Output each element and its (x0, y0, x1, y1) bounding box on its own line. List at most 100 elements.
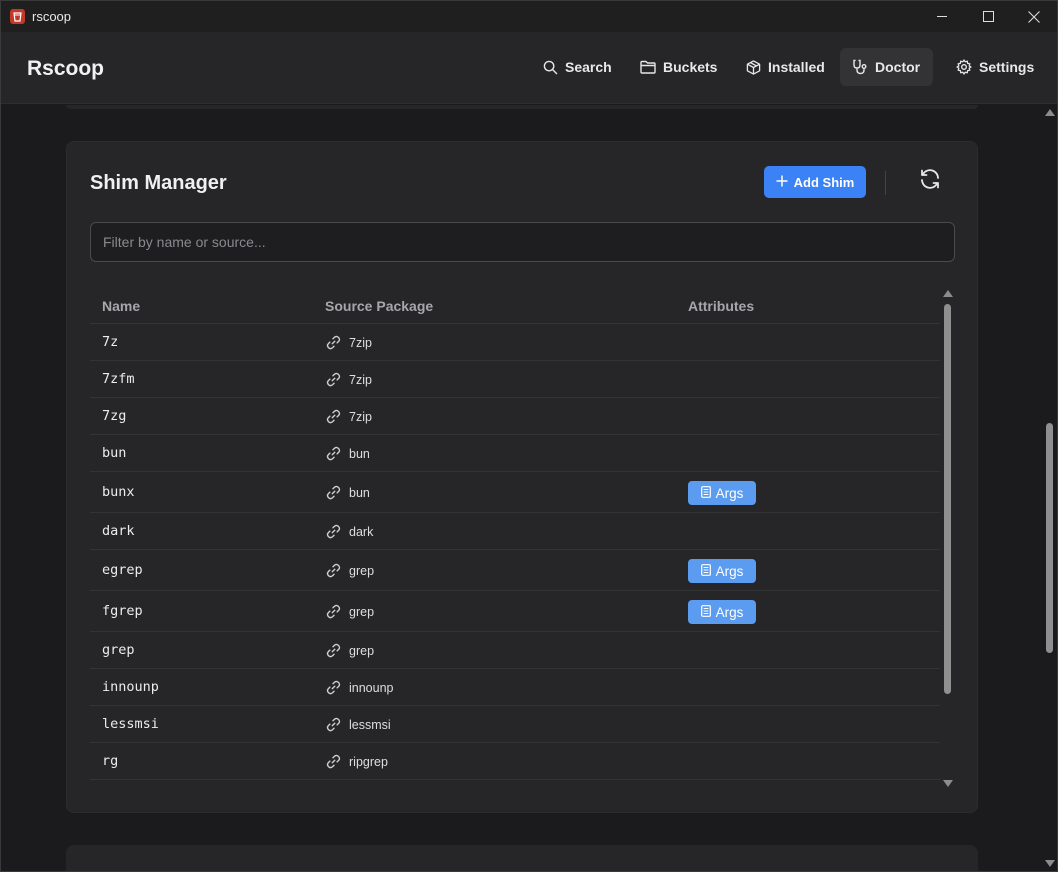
source-package-name: ripgrep (349, 754, 388, 769)
title-bar[interactable]: rscoop (1, 1, 1057, 32)
app-header: Rscoop Search Buckets Installed Doctor S… (1, 32, 1057, 104)
column-attributes-header[interactable]: Attributes (688, 298, 754, 314)
shim-name: egrep (102, 562, 143, 578)
nav-doctor-label: Doctor (875, 59, 921, 75)
source-package-name: 7zip (349, 409, 372, 424)
filter-input[interactable] (90, 222, 955, 262)
table-row[interactable]: 7zfm 7zip (90, 361, 940, 398)
table-row[interactable]: dark dark (90, 513, 940, 550)
search-icon (543, 60, 558, 75)
source-package-link[interactable]: dark (325, 523, 373, 540)
document-icon (700, 485, 711, 501)
table-row[interactable]: innounp innounp (90, 669, 940, 706)
shim-name: bun (102, 445, 127, 461)
source-package-link[interactable]: 7zip (325, 408, 372, 425)
nav-search[interactable]: Search (531, 48, 625, 86)
document-icon (700, 563, 711, 579)
source-package-link[interactable]: grep (325, 642, 374, 659)
source-package-link[interactable]: grep (325, 603, 374, 620)
package-icon (746, 59, 761, 75)
shim-name: innounp (102, 679, 159, 695)
table-row[interactable]: bun bun (90, 435, 940, 472)
maximize-button[interactable] (965, 1, 1011, 32)
document-icon (700, 604, 711, 620)
source-package-link[interactable]: lessmsi (325, 716, 391, 733)
shim-name: lessmsi (102, 716, 159, 732)
link-icon (325, 408, 342, 425)
source-package-link[interactable]: 7zip (325, 334, 372, 351)
plus-icon (776, 175, 788, 190)
source-package-name: grep (349, 604, 375, 619)
nav-doctor[interactable]: Doctor (840, 48, 934, 86)
source-package-link[interactable]: innounp (325, 679, 394, 696)
source-package-link[interactable]: 7zip (325, 371, 372, 388)
card-title: Shim Manager (90, 172, 227, 194)
shim-name: bunx (102, 484, 135, 500)
minimize-button[interactable] (919, 1, 965, 32)
args-badge[interactable]: Args (688, 559, 756, 583)
table-row[interactable]: egrep grep Args (90, 550, 940, 591)
source-package-name: grep (349, 643, 375, 658)
table-row[interactable]: 7zg 7zip (90, 398, 940, 435)
next-card (66, 845, 978, 871)
add-shim-button[interactable]: Add Shim (764, 166, 866, 198)
source-package-link[interactable]: bun (325, 484, 370, 501)
page-scrollbar-thumb[interactable] (1046, 423, 1053, 653)
source-package-name: bun (349, 446, 370, 461)
close-button[interactable] (1011, 1, 1057, 32)
table-row[interactable]: fgrep grep Args (90, 591, 940, 632)
scroll-down-arrow-icon[interactable] (943, 780, 953, 787)
table-row[interactable]: 7z 7zip (90, 324, 940, 361)
refresh-button[interactable] (912, 163, 948, 199)
nav-installed-label: Installed (768, 59, 825, 75)
nav-buckets-label: Buckets (663, 59, 718, 75)
shim-name: grep (102, 642, 135, 658)
brand-title[interactable]: Rscoop (27, 57, 104, 81)
nav-installed[interactable]: Installed (734, 48, 838, 86)
table-row[interactable]: bunx bun Args (90, 472, 940, 513)
nav-settings[interactable]: Settings (944, 48, 1047, 86)
shim-name: 7zg (102, 408, 127, 424)
table-row[interactable]: lessmsi lessmsi (90, 706, 940, 743)
page-scroll-up-arrow-icon[interactable] (1045, 109, 1055, 116)
table-header: Name Source Package Attributes (90, 290, 940, 324)
link-icon (325, 484, 342, 501)
source-package-name: bun (349, 485, 370, 500)
source-package-name: lessmsi (349, 717, 391, 732)
args-badge[interactable]: Args (688, 481, 756, 505)
source-package-name: 7zip (349, 372, 372, 387)
refresh-icon (918, 167, 942, 196)
shim-name: 7zfm (102, 371, 135, 387)
link-icon (325, 562, 342, 579)
add-shim-label: Add Shim (793, 174, 855, 190)
nav-search-label: Search (565, 59, 612, 75)
gear-icon (956, 59, 972, 75)
source-package-link[interactable]: grep (325, 562, 374, 579)
folder-icon (640, 60, 656, 74)
source-package-name: dark (349, 524, 374, 539)
args-label: Args (715, 485, 744, 501)
page-scrollbar[interactable] (1043, 105, 1057, 871)
link-icon (325, 603, 342, 620)
source-package-link[interactable]: ripgrep (325, 753, 388, 770)
column-source-header[interactable]: Source Package (325, 298, 433, 314)
args-badge[interactable]: Args (688, 600, 756, 624)
shim-manager-card: Shim Manager Add Shim Name Source Packag… (66, 141, 978, 813)
table-scrollbar-thumb[interactable] (944, 304, 951, 694)
table-row[interactable]: rg ripgrep (90, 743, 940, 780)
source-package-name: innounp (349, 680, 394, 695)
app-logo-icon (10, 9, 25, 24)
source-package-link[interactable]: bun (325, 445, 370, 462)
nav-buckets[interactable]: Buckets (628, 48, 730, 86)
page-scroll-down-arrow-icon[interactable] (1045, 860, 1055, 867)
table-scrollbar[interactable] (942, 290, 954, 790)
nav-settings-label: Settings (979, 59, 1035, 75)
column-name-header[interactable]: Name (102, 298, 140, 314)
scroll-up-arrow-icon[interactable] (943, 290, 953, 297)
main-content: Shim Manager Add Shim Name Source Packag… (1, 105, 1057, 871)
shim-name: dark (102, 523, 135, 539)
table-row[interactable]: grep grep (90, 632, 940, 669)
shim-name: rg (102, 753, 119, 769)
previous-card (66, 105, 978, 109)
link-icon (325, 445, 342, 462)
